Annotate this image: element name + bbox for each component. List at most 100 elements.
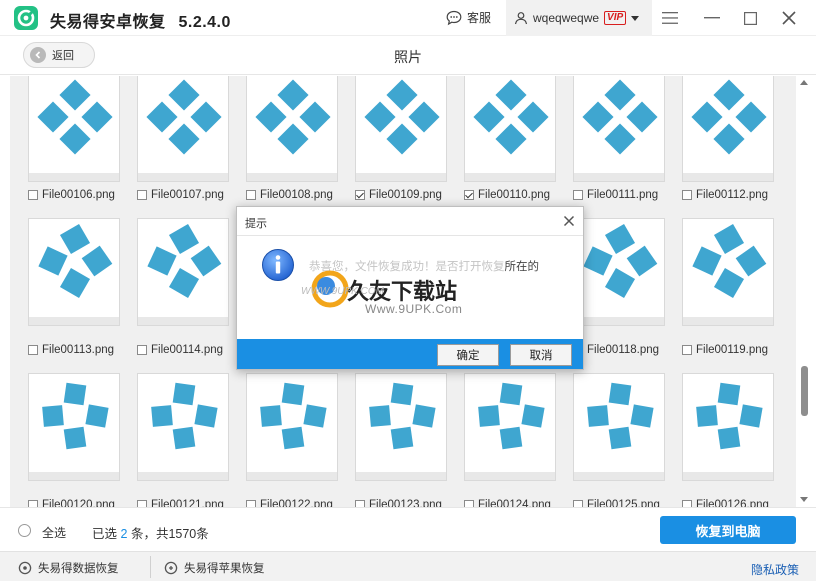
thumbnail-footer-bar: [465, 472, 555, 480]
photo-thumbnail[interactable]: [28, 76, 120, 182]
file-checkbox[interactable]: [246, 190, 256, 200]
dialog-body: 恭喜您，文件恢复成功！是否打开恢复所在的 久友下载站 WWW.9UPK.COM …: [237, 235, 583, 339]
dialog-title: 提示: [245, 218, 267, 230]
nav-bar: 返回 照片: [0, 37, 816, 75]
file-checkbox[interactable]: [573, 500, 583, 507]
close-button[interactable]: [777, 6, 801, 30]
file-label[interactable]: File00123.png: [355, 499, 442, 507]
image-preview-icon: [691, 79, 767, 155]
file-label[interactable]: File00114.png: [137, 344, 223, 356]
file-checkbox[interactable]: [28, 500, 38, 507]
file-name: File00108.png: [260, 189, 333, 201]
file-label[interactable]: File00106.png: [28, 189, 115, 201]
file-checkbox[interactable]: [137, 500, 147, 507]
photo-thumbnail[interactable]: [573, 373, 665, 481]
image-preview-icon: [582, 79, 658, 155]
thumbnail-footer-bar: [29, 317, 119, 325]
file-checkbox[interactable]: [246, 500, 256, 507]
dialog-close-icon[interactable]: [563, 215, 575, 227]
minimize-button[interactable]: [700, 6, 724, 30]
dialog-footer: 确定 取消: [237, 339, 583, 369]
file-checkbox[interactable]: [682, 500, 692, 507]
file-checkbox[interactable]: [28, 190, 38, 200]
dialog-ok-button[interactable]: 确定: [437, 344, 499, 366]
file-name: File00114.png: [151, 344, 224, 356]
file-label[interactable]: File00111.png: [573, 189, 658, 201]
file-label[interactable]: File00126.png: [682, 499, 769, 507]
recover-to-computer-button[interactable]: 恢复到电脑: [660, 516, 796, 544]
file-label[interactable]: File00107.png: [137, 189, 224, 201]
file-label[interactable]: File00113.png: [28, 344, 114, 356]
user-icon: [514, 12, 528, 25]
file-label[interactable]: File00122.png: [246, 499, 333, 507]
photo-thumbnail[interactable]: [137, 218, 229, 326]
photo-thumbnail[interactable]: [682, 218, 774, 326]
thumbnail-footer-bar: [574, 317, 664, 325]
file-checkbox[interactable]: [464, 190, 474, 200]
maximize-button[interactable]: [738, 6, 762, 30]
file-checkbox[interactable]: [682, 345, 692, 355]
image-preview-icon: [364, 79, 440, 155]
menu-button[interactable]: [658, 6, 682, 30]
photo-thumbnail[interactable]: [355, 373, 447, 481]
selected-count: 2: [120, 527, 128, 541]
file-label[interactable]: File00125.png: [573, 499, 660, 507]
thumbnail-footer-bar: [138, 472, 228, 480]
photo-thumbnail[interactable]: [137, 373, 229, 481]
thumbnail-footer-bar: [29, 173, 119, 181]
file-label[interactable]: File00112.png: [682, 189, 768, 201]
image-preview-icon: [260, 382, 327, 450]
file-checkbox[interactable]: [28, 345, 38, 355]
photo-thumbnail[interactable]: [246, 373, 338, 481]
photo-thumbnail[interactable]: [137, 76, 229, 182]
minimize-icon: [704, 17, 720, 19]
file-checkbox[interactable]: [137, 190, 147, 200]
file-name: File00126.png: [696, 499, 769, 507]
scrollbar-thumb[interactable]: [801, 366, 808, 416]
photo-thumbnail[interactable]: [573, 218, 665, 326]
photo-thumbnail[interactable]: [682, 76, 774, 182]
file-label[interactable]: File00118.png: [573, 344, 659, 356]
footer-link1-label: 失易得数据恢复: [38, 563, 119, 575]
file-checkbox[interactable]: [573, 190, 583, 200]
photo-thumbnail[interactable]: [28, 373, 120, 481]
page-title: 照片: [394, 49, 422, 65]
file-label[interactable]: File00108.png: [246, 189, 333, 201]
photo-thumbnail[interactable]: [355, 76, 447, 182]
file-checkbox[interactable]: [355, 190, 365, 200]
user-menu[interactable]: wqeqweqwe VIP: [506, 0, 652, 36]
scroll-down-icon[interactable]: [800, 497, 808, 502]
photo-thumbnail[interactable]: [464, 373, 556, 481]
chevron-down-icon[interactable]: [631, 15, 640, 21]
photo-thumbnail[interactable]: [573, 76, 665, 182]
file-label[interactable]: File00120.png: [28, 499, 115, 507]
select-all-radio[interactable]: [18, 524, 31, 537]
file-checkbox[interactable]: [137, 345, 147, 355]
footer-link-data-recovery[interactable]: 失易得数据恢复: [18, 560, 119, 576]
bottom-bar: 全选 已选 2 条，共1570条 恢复到电脑: [0, 507, 816, 551]
photo-thumbnail[interactable]: [464, 76, 556, 182]
file-label[interactable]: File00110.png: [464, 189, 550, 201]
file-label[interactable]: File00119.png: [682, 344, 768, 356]
maximize-icon: [743, 11, 757, 25]
privacy-policy-link[interactable]: 隐私政策: [751, 561, 799, 578]
file-label[interactable]: File00121.png: [137, 499, 224, 507]
thumbnail-footer-bar: [356, 173, 446, 181]
photo-thumbnail[interactable]: [246, 76, 338, 182]
vip-badge: VIP: [604, 11, 627, 25]
file-label[interactable]: File00124.png: [464, 499, 551, 507]
photo-thumbnail[interactable]: [682, 373, 774, 481]
scroll-up-icon[interactable]: [800, 80, 808, 85]
photo-thumbnail[interactable]: [28, 218, 120, 326]
dialog-cancel-button[interactable]: 取消: [510, 344, 572, 366]
watermark-domain-left: WWW.9UPK.COM: [301, 286, 384, 297]
image-preview-icon: [696, 382, 763, 450]
file-checkbox[interactable]: [682, 190, 692, 200]
file-checkbox[interactable]: [464, 500, 474, 507]
file-checkbox[interactable]: [355, 500, 365, 507]
scrollbar-track[interactable]: [797, 76, 811, 507]
select-all-label[interactable]: 全选: [42, 524, 66, 541]
footer-link-apple-recovery[interactable]: 失易得苹果恢复: [164, 560, 265, 576]
customer-service-button[interactable]: 客服: [446, 9, 491, 26]
file-label[interactable]: File00109.png: [355, 189, 442, 201]
